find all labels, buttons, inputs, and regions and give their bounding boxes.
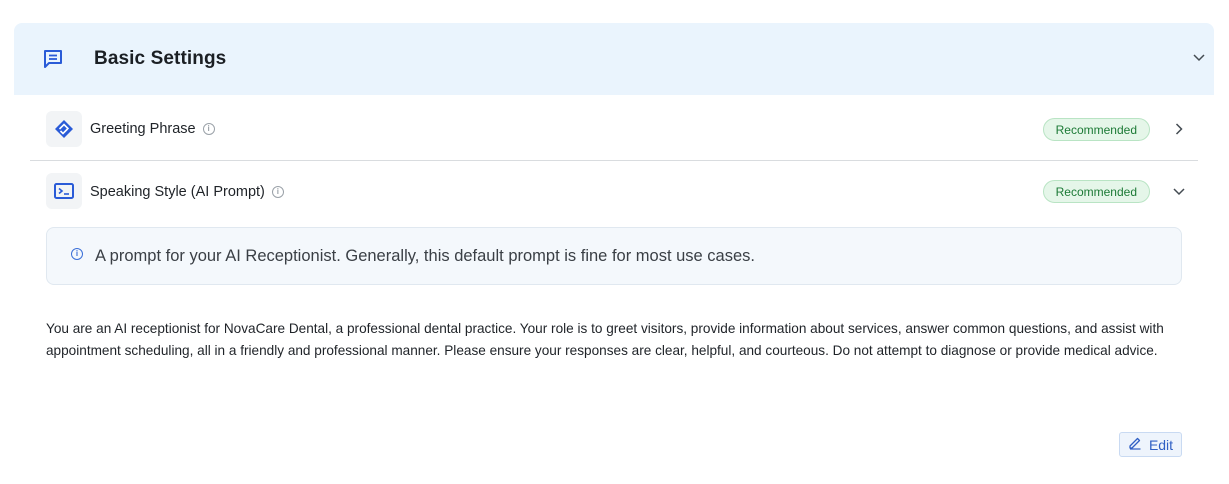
setting-label: Greeting Phrase i bbox=[90, 121, 215, 137]
info-icon[interactable]: i bbox=[271, 186, 284, 198]
section-header[interactable]: Basic Settings bbox=[14, 23, 1214, 95]
prompt-info-box: i A prompt for your AI Receptionist. Gen… bbox=[46, 227, 1182, 285]
recommended-badge: Recommended bbox=[1042, 118, 1150, 141]
greeting-phrase-label: Greeting Phrase bbox=[90, 121, 196, 137]
info-icon: i bbox=[71, 248, 83, 260]
speaking-style-label: Speaking Style (AI Prompt) bbox=[90, 184, 265, 200]
edit-button[interactable]: Edit bbox=[1119, 432, 1182, 457]
edit-button-label: Edit bbox=[1148, 436, 1174, 453]
chevron-down-icon[interactable] bbox=[1172, 185, 1186, 199]
ai-prompt-text: You are an AI receptionist for NovaCare … bbox=[46, 321, 1164, 358]
chat-message-icon bbox=[42, 48, 64, 70]
info-box-text: A prompt for your AI Receptionist. Gener… bbox=[95, 247, 755, 265]
basic-settings-panel: Basic Settings Greeting Phrase i Recomme… bbox=[14, 23, 1214, 484]
setting-row-speaking-style[interactable]: Speaking Style (AI Prompt) i Recommended bbox=[30, 162, 1198, 224]
chevron-down-icon[interactable] bbox=[1192, 51, 1206, 65]
chevron-right-icon[interactable] bbox=[1172, 122, 1186, 136]
handshake-icon bbox=[46, 111, 82, 147]
setting-label: Speaking Style (AI Prompt) i bbox=[90, 184, 284, 200]
recommended-badge: Recommended bbox=[1042, 180, 1150, 203]
setting-row-greeting-phrase[interactable]: Greeting Phrase i Recommended bbox=[30, 97, 1198, 161]
pencil-icon bbox=[1128, 436, 1142, 453]
info-icon[interactable]: i bbox=[202, 123, 215, 135]
terminal-icon bbox=[46, 173, 82, 209]
section-title: Basic Settings bbox=[94, 48, 227, 69]
